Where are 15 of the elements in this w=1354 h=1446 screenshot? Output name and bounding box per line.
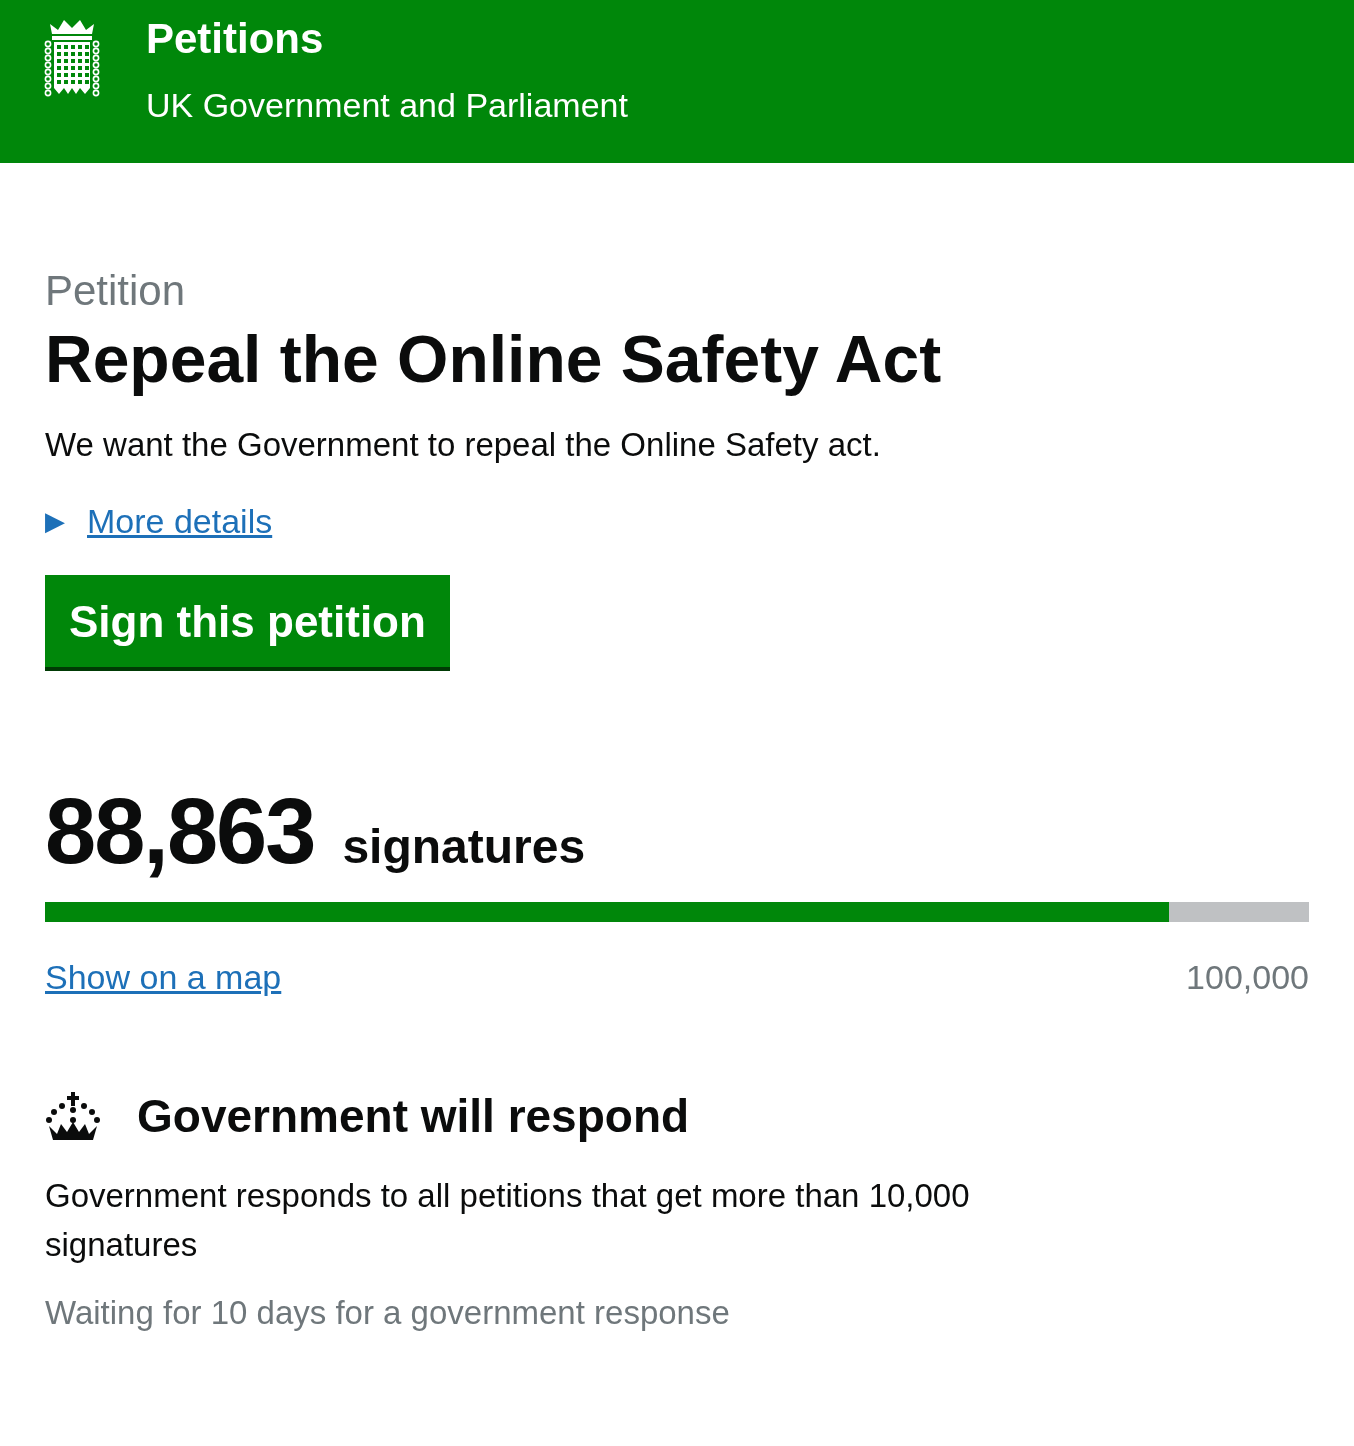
- signature-target: 100,000: [1186, 958, 1309, 997]
- page-caption: Petition: [45, 267, 187, 316]
- petition-summary: We want the Government to repeal the Online Safety act.: [45, 426, 882, 464]
- show-map-link[interactable]: Show on a map: [45, 958, 282, 997]
- crown-icon: [45, 1090, 101, 1142]
- more-details-link[interactable]: More details: [87, 502, 273, 541]
- disclosure-icon[interactable]: ▶: [45, 506, 65, 537]
- site-title: Petitions: [146, 14, 325, 64]
- petition-title: Repeal the Online Safety Act: [45, 323, 943, 396]
- signature-count: 88,863: [45, 779, 315, 884]
- response-heading: Government will respond: [137, 1089, 690, 1143]
- response-description: Government responds to all petitions that get more than 10,000 signatures: [45, 1176, 971, 1266]
- site-subtitle: UK Government and Parliament: [146, 86, 629, 126]
- response-status: Waiting for 10 days for a government response: [45, 1294, 731, 1332]
- signature-label: signatures: [342, 819, 586, 874]
